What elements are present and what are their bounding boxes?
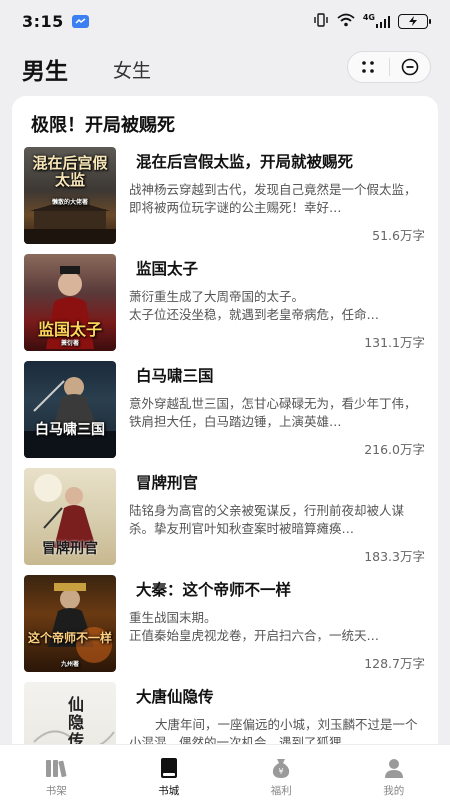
money-bag-icon: ¥ (269, 756, 293, 780)
cell-signal-icon (376, 16, 390, 28)
tab-female[interactable]: 女生 (113, 56, 151, 83)
book-desc: 意外穿越乱世三国，怎甘心碌碌无为，看少年丁伟，铁肩担大任，白马踏边锤，上演英雄… (129, 396, 417, 429)
book-desc: 萧衍重生成了大周帝国的太子。 太子位还没坐稳，就遇到老皇帝病危，任命… (129, 289, 380, 322)
nav-bookshelf[interactable]: 书架 (0, 745, 113, 800)
nav-label: 我的 (383, 785, 405, 797)
book-title: 大唐仙隐传 (136, 688, 214, 706)
cover-title: 监国太子 (37, 320, 102, 339)
word-count: 183.3万字 (364, 549, 425, 564)
close-app-button[interactable] (389, 52, 430, 82)
book-title: 大秦：这个帝师不一样 (136, 581, 292, 599)
battery-icon (398, 13, 431, 29)
dots-icon (362, 61, 375, 73)
status-time: 3:15 (22, 11, 64, 31)
book-item[interactable]: 这个帝师不一样 九州著 大秦：这个帝师不一样 重生战国末期。 正值秦始皇虎视龙卷… (12, 575, 438, 675)
book-title: 冒牌刑官 (136, 474, 199, 492)
tab-male[interactable]: 男生 (22, 52, 68, 86)
more-options-button[interactable] (348, 52, 389, 82)
notification-icon (71, 14, 89, 28)
book-title: 白马啸三国 (136, 367, 214, 385)
book-cover: 监国太子 萧衍著 (24, 254, 116, 351)
book-icon (157, 756, 181, 780)
cover-title: 仙隐传 (67, 695, 84, 750)
book-cover: 混在后宫假太监 懒散的大佬著 (24, 147, 116, 244)
vibrate-icon (313, 12, 329, 31)
network-type-label: 4G (362, 13, 375, 22)
word-count: 128.7万字 (364, 656, 425, 671)
word-count: 131.1万字 (364, 335, 425, 350)
nav-mine[interactable]: 我的 (338, 745, 450, 800)
nav-label: 福利 (270, 785, 292, 797)
book-desc: 战神杨云穿越到古代，发现自己竟然是一个假太监，即将被两位玩字谜的公主赐死！幸好… (129, 182, 417, 215)
word-count: 216.0万字 (364, 442, 425, 457)
cover-title: 混在后宫假太监 (32, 154, 108, 189)
word-count: 51.6万字 (372, 228, 425, 243)
wifi-icon (337, 12, 355, 31)
cover-author: 萧衍著 (60, 340, 79, 347)
book-cover: 这个帝师不一样 九州著 (24, 575, 116, 672)
nav-label: 书城 (158, 785, 180, 797)
book-item[interactable]: 监国太子 萧衍著 监国太子 萧衍重生成了大周帝国的太子。 太子位还没坐稳，就遇到… (12, 254, 438, 354)
cover-art (24, 377, 116, 458)
nav-label: 书架 (45, 785, 67, 797)
book-title: 混在后宫假太监，开局就被赐死 (136, 153, 354, 171)
minimize-circle-icon (401, 58, 419, 76)
book-cover: 冒牌刑官 (24, 468, 116, 565)
book-desc: 重生战国末期。 正值秦始皇虎视龙卷，开启扫六合，一统天… (129, 610, 380, 643)
svg-text:¥: ¥ (279, 767, 284, 776)
book-desc: 陆铭身为高官的父亲被冤谋反，行刑前夜却被人谋杀。挚友刑官叶知秋查案时被暗算瘫痪… (129, 503, 405, 536)
book-item[interactable]: 冒牌刑官 冒牌刑官 陆铭身为高官的父亲被冤谋反，行刑前夜却被人谋杀。挚友刑官叶知… (12, 468, 438, 568)
book-title: 监国太子 (136, 260, 199, 278)
section-title: 极限！开局被赐死 (31, 115, 175, 136)
nav-bookstore[interactable]: 书城 (113, 745, 226, 800)
gender-tabs: 男生 女生 (0, 42, 450, 94)
status-bar: 3:15 4G (0, 0, 450, 42)
bookshelf-icon (44, 756, 68, 780)
cover-art (48, 583, 112, 663)
cover-title: 白马啸三国 (35, 422, 105, 438)
recommend-card: 极限！开局被赐死 混在后宫假太监 懒散的大佬著 混在后宫假太监，开局就被赐死 战… (12, 96, 438, 756)
cover-title: 冒牌刑官 (42, 541, 98, 557)
bottom-nav: 书架 书城 ¥ 福利 我的 (0, 744, 450, 800)
nav-welfare[interactable]: ¥ 福利 (225, 745, 338, 800)
cover-title: 这个帝师不一样 (27, 631, 112, 645)
person-icon (382, 756, 406, 780)
cover-author: 懒散的大佬著 (51, 199, 88, 206)
book-item[interactable]: 混在后宫假太监 懒散的大佬著 混在后宫假太监，开局就被赐死 战神杨云穿越到古代，… (12, 147, 438, 247)
book-cover: 白马啸三国 (24, 361, 116, 458)
book-item[interactable]: 白马啸三国 白马啸三国 意外穿越乱世三国，怎甘心碌碌无为，看少年丁伟，铁肩担大任… (12, 361, 438, 461)
mini-program-capsule (347, 51, 431, 83)
cover-author: 九州著 (60, 661, 79, 668)
